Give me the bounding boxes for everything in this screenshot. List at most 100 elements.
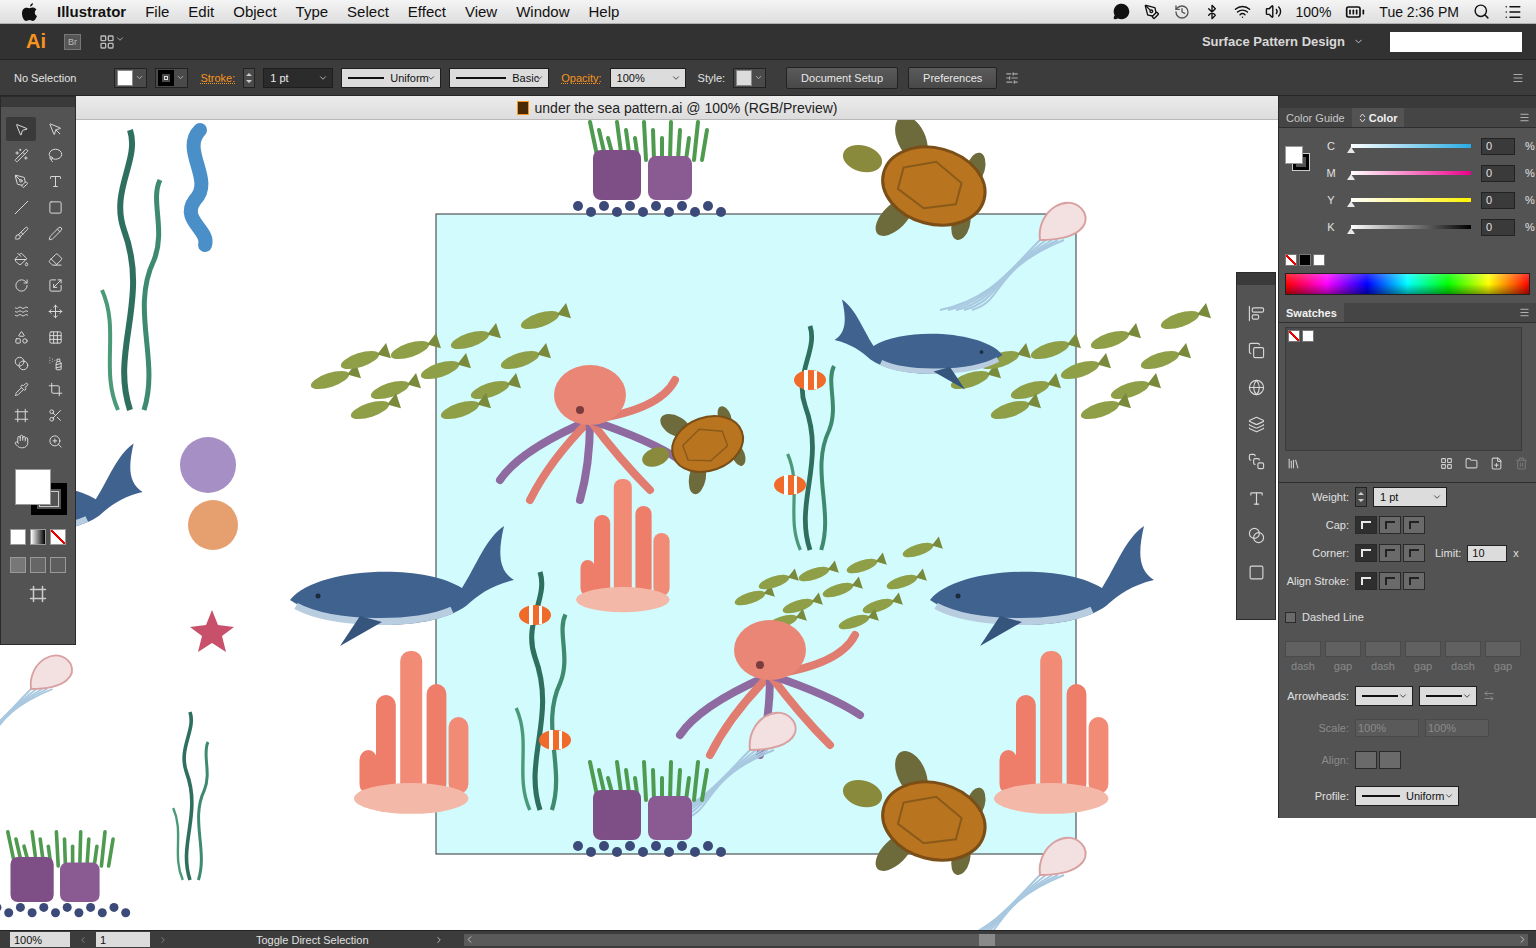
tool-button[interactable] (6, 221, 36, 245)
dash-gap-field[interactable]: dash (1285, 641, 1321, 672)
bridge-button[interactable]: Br (64, 34, 81, 50)
new-group-icon[interactable] (1465, 457, 1478, 470)
jellyfish-figure[interactable] (940, 838, 1086, 930)
tool-button[interactable] (40, 325, 70, 349)
tool-button[interactable] (40, 247, 70, 271)
arrange-icon[interactable] (1005, 71, 1019, 85)
corner-button[interactable] (1379, 544, 1401, 562)
none-mode-button[interactable] (50, 529, 66, 545)
first-artboard-icon[interactable] (78, 935, 88, 945)
dash-gap-field[interactable]: dash (1445, 641, 1481, 672)
next-artboard-icon[interactable] (158, 935, 168, 945)
screen-mode-icon[interactable] (29, 585, 47, 603)
turtle-figure[interactable] (824, 731, 1002, 899)
panel-icon[interactable] (1248, 564, 1265, 581)
library-icon[interactable] (1287, 457, 1300, 470)
panel-menu-icon[interactable] (1519, 112, 1530, 123)
menu-item[interactable]: Edit (188, 4, 214, 19)
tool-button[interactable] (6, 403, 36, 427)
tool-button[interactable] (40, 403, 70, 427)
dash-gap-field[interactable]: dash (1365, 641, 1401, 672)
stroke-label[interactable]: Stroke: (200, 72, 235, 84)
fill-box[interactable] (15, 469, 51, 505)
draw-inside-button[interactable] (50, 557, 66, 573)
channel-value[interactable]: 0 (1481, 219, 1515, 236)
cap-button[interactable] (1355, 516, 1377, 534)
fill-stroke-mini[interactable] (1285, 136, 1313, 166)
whale-figure[interactable] (290, 526, 514, 646)
tool-button[interactable] (6, 143, 36, 167)
panel-menu-icon[interactable] (1519, 307, 1530, 318)
spinner[interactable] (1355, 487, 1367, 507)
registration-swatch[interactable] (1302, 330, 1314, 342)
tool-button[interactable] (40, 195, 70, 219)
fill-stroke-control[interactable] (9, 465, 67, 517)
dash-gap-field[interactable]: gap (1325, 641, 1361, 672)
swap-arrows-icon[interactable] (1483, 690, 1495, 702)
slider-thumb[interactable] (1347, 201, 1355, 207)
white-swatch[interactable] (1313, 254, 1325, 266)
panel-header[interactable] (1, 97, 75, 107)
control-button[interactable]: Preferences (908, 67, 997, 89)
channel-slider[interactable] (1351, 144, 1471, 148)
clock[interactable]: Tue 2:36 PM (1379, 5, 1459, 19)
panel-icon[interactable] (1248, 453, 1265, 470)
octopus-figure[interactable] (680, 620, 860, 755)
coral-figure[interactable] (354, 651, 468, 814)
menu-item[interactable]: Type (296, 4, 329, 19)
anemone-figure[interactable] (0, 832, 130, 918)
status-message[interactable]: Toggle Direct Selection (256, 934, 426, 946)
tool-button[interactable] (40, 299, 70, 323)
stroke-weight-field[interactable]: 1 pt (263, 68, 333, 88)
none-swatch[interactable] (1288, 330, 1300, 342)
zoom-field[interactable]: 100% (10, 932, 70, 947)
menu-item[interactable]: Effect (408, 4, 446, 19)
jellyfish-figure[interactable] (940, 203, 1086, 310)
app-menu[interactable]: Illustrator (57, 4, 126, 19)
notification-center-icon[interactable] (1504, 3, 1522, 21)
tool-button[interactable] (40, 429, 70, 453)
clownfish-figure[interactable] (539, 730, 571, 750)
align-stroke-button[interactable] (1403, 572, 1425, 590)
brush-definition[interactable]: Basic (449, 68, 549, 88)
battery-icon[interactable] (1345, 2, 1365, 22)
tool-button[interactable] (6, 429, 36, 453)
tool-button[interactable] (6, 325, 36, 349)
align-arrow-button[interactable] (1379, 751, 1401, 769)
variable-width-profile[interactable]: Uniform (341, 68, 441, 88)
align-stroke-button[interactable] (1355, 572, 1377, 590)
panel-tab[interactable]: Color Guide (1279, 108, 1352, 127)
gradient-mode-button[interactable] (30, 529, 46, 545)
delete-icon[interactable] (1515, 457, 1528, 470)
scroll-left-icon[interactable] (464, 934, 475, 945)
end-arrowhead[interactable] (1419, 686, 1477, 706)
slider-thumb[interactable] (1347, 147, 1355, 153)
seaweed-figure[interactable] (516, 572, 565, 810)
menu-item[interactable]: Help (589, 4, 620, 19)
notification-icon[interactable] (1113, 3, 1130, 20)
scroll-thumb[interactable] (979, 934, 995, 946)
tool-button[interactable] (40, 169, 70, 193)
arrange-documents-button[interactable] (99, 34, 125, 50)
cap-button[interactable] (1379, 516, 1401, 534)
profile-field[interactable]: Uniform (1355, 786, 1459, 806)
channel-value[interactable]: 0 (1481, 138, 1515, 155)
panel-header[interactable] (1279, 96, 1536, 108)
tool-button[interactable] (40, 377, 70, 401)
tool-button[interactable] (6, 351, 36, 375)
anemone-figure[interactable] (573, 122, 726, 217)
tool-button[interactable] (40, 143, 70, 167)
clownfish-figure[interactable] (774, 475, 806, 495)
panel-icon[interactable] (1248, 416, 1265, 433)
bluetooth-icon[interactable] (1204, 4, 1220, 20)
tool-button[interactable] (40, 117, 70, 141)
tool-button[interactable] (6, 169, 36, 193)
graphic-style-swatch[interactable] (733, 68, 766, 88)
channel-value[interactable]: 0 (1481, 192, 1515, 209)
pattern-tile[interactable] (436, 214, 1076, 854)
control-button[interactable]: Document Setup (786, 67, 898, 89)
status-menu-icon[interactable] (434, 935, 444, 945)
black-swatch[interactable] (1299, 254, 1311, 266)
opacity-label[interactable]: Opacity: (561, 72, 601, 84)
tool-button[interactable] (6, 377, 36, 401)
